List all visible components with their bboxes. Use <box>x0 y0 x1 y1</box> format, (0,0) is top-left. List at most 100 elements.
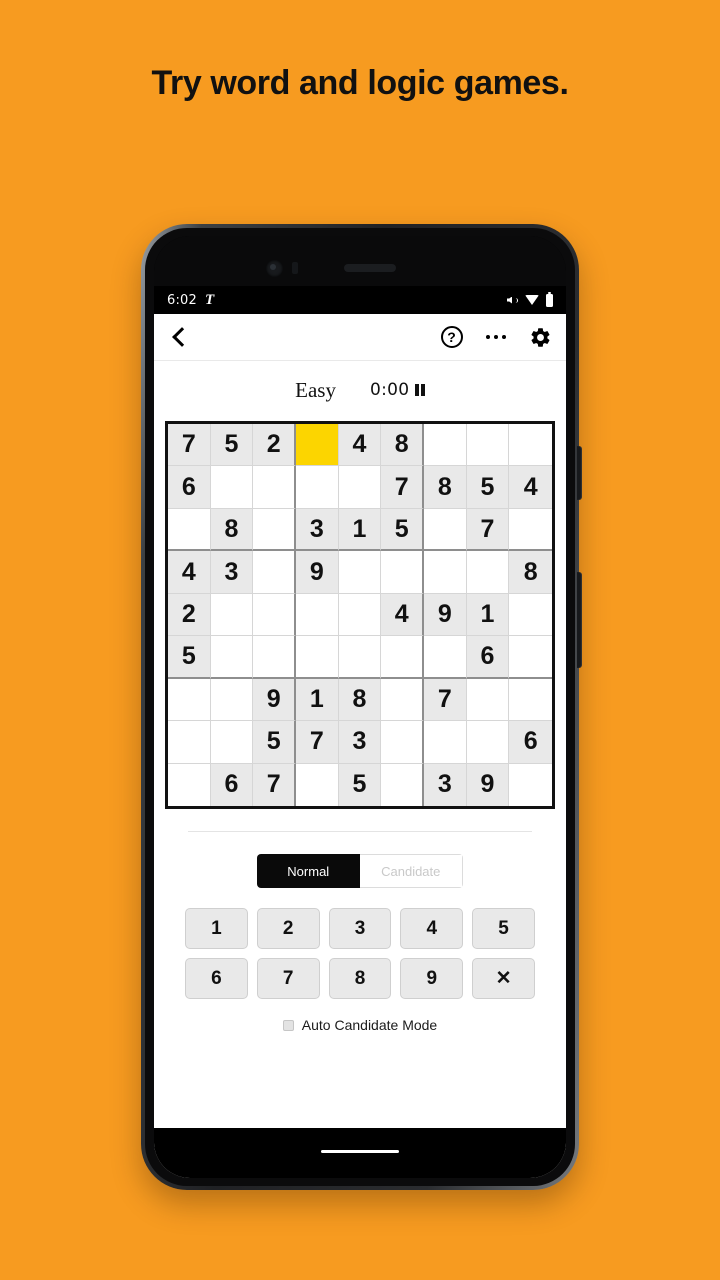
board-cell-r5c5[interactable] <box>338 593 382 637</box>
board-cell-r3c1[interactable] <box>168 508 211 552</box>
board-cell-r2c4[interactable] <box>296 466 339 509</box>
board-cell-r1c9[interactable] <box>509 424 552 467</box>
board-cell-r6c4[interactable] <box>296 636 339 679</box>
board-cell-r1c2[interactable]: 5 <box>210 424 254 467</box>
board-cell-r1c8[interactable] <box>466 424 510 467</box>
board-cell-r4c1[interactable]: 4 <box>168 551 211 594</box>
volume-button[interactable] <box>577 572 582 668</box>
board-cell-r7c8[interactable] <box>466 678 510 722</box>
board-cell-r7c9[interactable] <box>509 678 552 722</box>
gear-icon[interactable] <box>529 326 552 349</box>
board-cell-r7c7[interactable]: 7 <box>424 678 467 722</box>
board-cell-r6c5[interactable] <box>338 636 382 679</box>
board-cell-r2c6[interactable]: 7 <box>381 466 424 509</box>
help-circle-icon[interactable]: ? <box>440 326 463 348</box>
board-cell-r9c8[interactable]: 9 <box>466 763 510 806</box>
board-cell-r2c9[interactable]: 4 <box>509 466 552 509</box>
board-cell-r1c4[interactable] <box>296 424 339 467</box>
mode-normal-button[interactable]: Normal <box>257 854 360 888</box>
board-cell-r3c2[interactable]: 8 <box>210 508 254 552</box>
sudoku-board[interactable]: 75248678548315743982491569187573667539 <box>165 421 555 809</box>
board-cell-r8c6[interactable] <box>381 721 424 764</box>
keypad-button-1[interactable]: 1 <box>185 908 248 949</box>
board-cell-r9c4[interactable] <box>296 763 339 806</box>
board-cell-r1c3[interactable]: 2 <box>253 424 296 467</box>
board-cell-r2c5[interactable] <box>338 466 382 509</box>
board-cell-r9c5[interactable]: 5 <box>338 763 382 806</box>
auto-candidate-row[interactable]: Auto Candidate Mode <box>154 1017 566 1033</box>
board-cell-r4c8[interactable] <box>466 551 510 594</box>
board-cell-r3c3[interactable] <box>253 508 296 552</box>
board-cell-r2c2[interactable] <box>210 466 254 509</box>
keypad-button-6[interactable]: 6 <box>185 958 248 999</box>
board-cell-r1c5[interactable]: 4 <box>338 424 382 467</box>
board-cell-r3c8[interactable]: 7 <box>466 508 510 552</box>
board-cell-r5c7[interactable]: 9 <box>424 593 467 637</box>
home-indicator[interactable] <box>321 1149 399 1153</box>
board-cell-r9c1[interactable] <box>168 763 211 806</box>
keypad-button-2[interactable]: 2 <box>256 908 320 949</box>
board-cell-r6c1[interactable]: 5 <box>168 636 211 679</box>
board-cell-r6c9[interactable] <box>509 636 552 679</box>
board-cell-r3c7[interactable] <box>424 508 467 552</box>
board-cell-r7c4[interactable]: 1 <box>296 678 339 722</box>
board-cell-r1c7[interactable] <box>424 424 467 467</box>
board-cell-r2c3[interactable] <box>253 466 296 509</box>
board-cell-r5c8[interactable]: 1 <box>466 593 510 637</box>
keypad-button-7[interactable]: 7 <box>256 958 320 999</box>
board-cell-r1c1[interactable]: 7 <box>168 424 211 467</box>
keypad-button-8[interactable]: 8 <box>328 958 392 999</box>
more-options-icon[interactable] <box>485 334 506 340</box>
board-cell-r8c4[interactable]: 7 <box>296 721 339 764</box>
board-cell-r7c1[interactable] <box>168 678 211 722</box>
board-cell-r4c2[interactable]: 3 <box>210 551 254 594</box>
board-cell-r4c9[interactable]: 8 <box>509 551 552 594</box>
board-cell-r8c9[interactable]: 6 <box>509 721 552 764</box>
back-chevron-icon[interactable] <box>168 326 190 348</box>
board-cell-r9c2[interactable]: 6 <box>210 763 254 806</box>
power-button[interactable] <box>577 446 582 500</box>
board-cell-r9c6[interactable] <box>381 763 424 806</box>
board-cell-r8c5[interactable]: 3 <box>338 721 382 764</box>
board-cell-r6c2[interactable] <box>210 636 254 679</box>
board-cell-r2c7[interactable]: 8 <box>424 466 467 509</box>
board-cell-r3c9[interactable] <box>509 508 552 552</box>
board-cell-r4c7[interactable] <box>424 551 467 594</box>
board-cell-r6c6[interactable] <box>381 636 424 679</box>
board-cell-r7c6[interactable] <box>381 678 424 722</box>
board-cell-r5c9[interactable] <box>509 593 552 637</box>
auto-candidate-checkbox[interactable] <box>282 1019 294 1031</box>
board-cell-r5c4[interactable] <box>296 593 339 637</box>
board-cell-r9c7[interactable]: 3 <box>424 763 467 806</box>
board-cell-r8c8[interactable] <box>466 721 510 764</box>
board-cell-r6c3[interactable] <box>253 636 296 679</box>
board-cell-r4c4[interactable]: 9 <box>296 551 339 594</box>
keypad-button-4[interactable]: 4 <box>400 908 464 949</box>
board-cell-r7c5[interactable]: 8 <box>338 678 382 722</box>
board-cell-r7c3[interactable]: 9 <box>253 678 296 722</box>
board-cell-r3c5[interactable]: 1 <box>338 508 382 552</box>
board-cell-r8c3[interactable]: 5 <box>253 721 296 764</box>
board-cell-r7c2[interactable] <box>210 678 254 722</box>
board-cell-r8c1[interactable] <box>168 721 211 764</box>
board-cell-r3c6[interactable]: 5 <box>381 508 424 552</box>
erase-x-icon[interactable]: ✕ <box>472 958 535 999</box>
pause-icon[interactable] <box>415 384 425 396</box>
board-cell-r1c6[interactable]: 8 <box>381 424 424 467</box>
board-cell-r5c1[interactable]: 2 <box>168 593 211 637</box>
keypad-button-5[interactable]: 5 <box>472 908 535 949</box>
keypad-button-3[interactable]: 3 <box>328 908 392 949</box>
board-cell-r4c6[interactable] <box>381 551 424 594</box>
number-keypad[interactable]: 1 2 3 4 5 6 7 8 9 ✕ <box>185 908 535 999</box>
board-cell-r6c7[interactable] <box>424 636 467 679</box>
board-cell-r9c3[interactable]: 7 <box>253 763 296 806</box>
board-cell-r5c6[interactable]: 4 <box>381 593 424 637</box>
board-cell-r8c2[interactable] <box>210 721 254 764</box>
board-cell-r2c8[interactable]: 5 <box>466 466 510 509</box>
timer-group[interactable]: 0:00 <box>370 380 425 400</box>
keypad-button-9[interactable]: 9 <box>400 958 464 999</box>
board-cell-r6c8[interactable]: 6 <box>466 636 510 679</box>
board-cell-r5c2[interactable] <box>210 593 254 637</box>
mode-candidate-button[interactable]: Candidate <box>359 854 463 888</box>
board-cell-r9c9[interactable] <box>509 763 552 806</box>
